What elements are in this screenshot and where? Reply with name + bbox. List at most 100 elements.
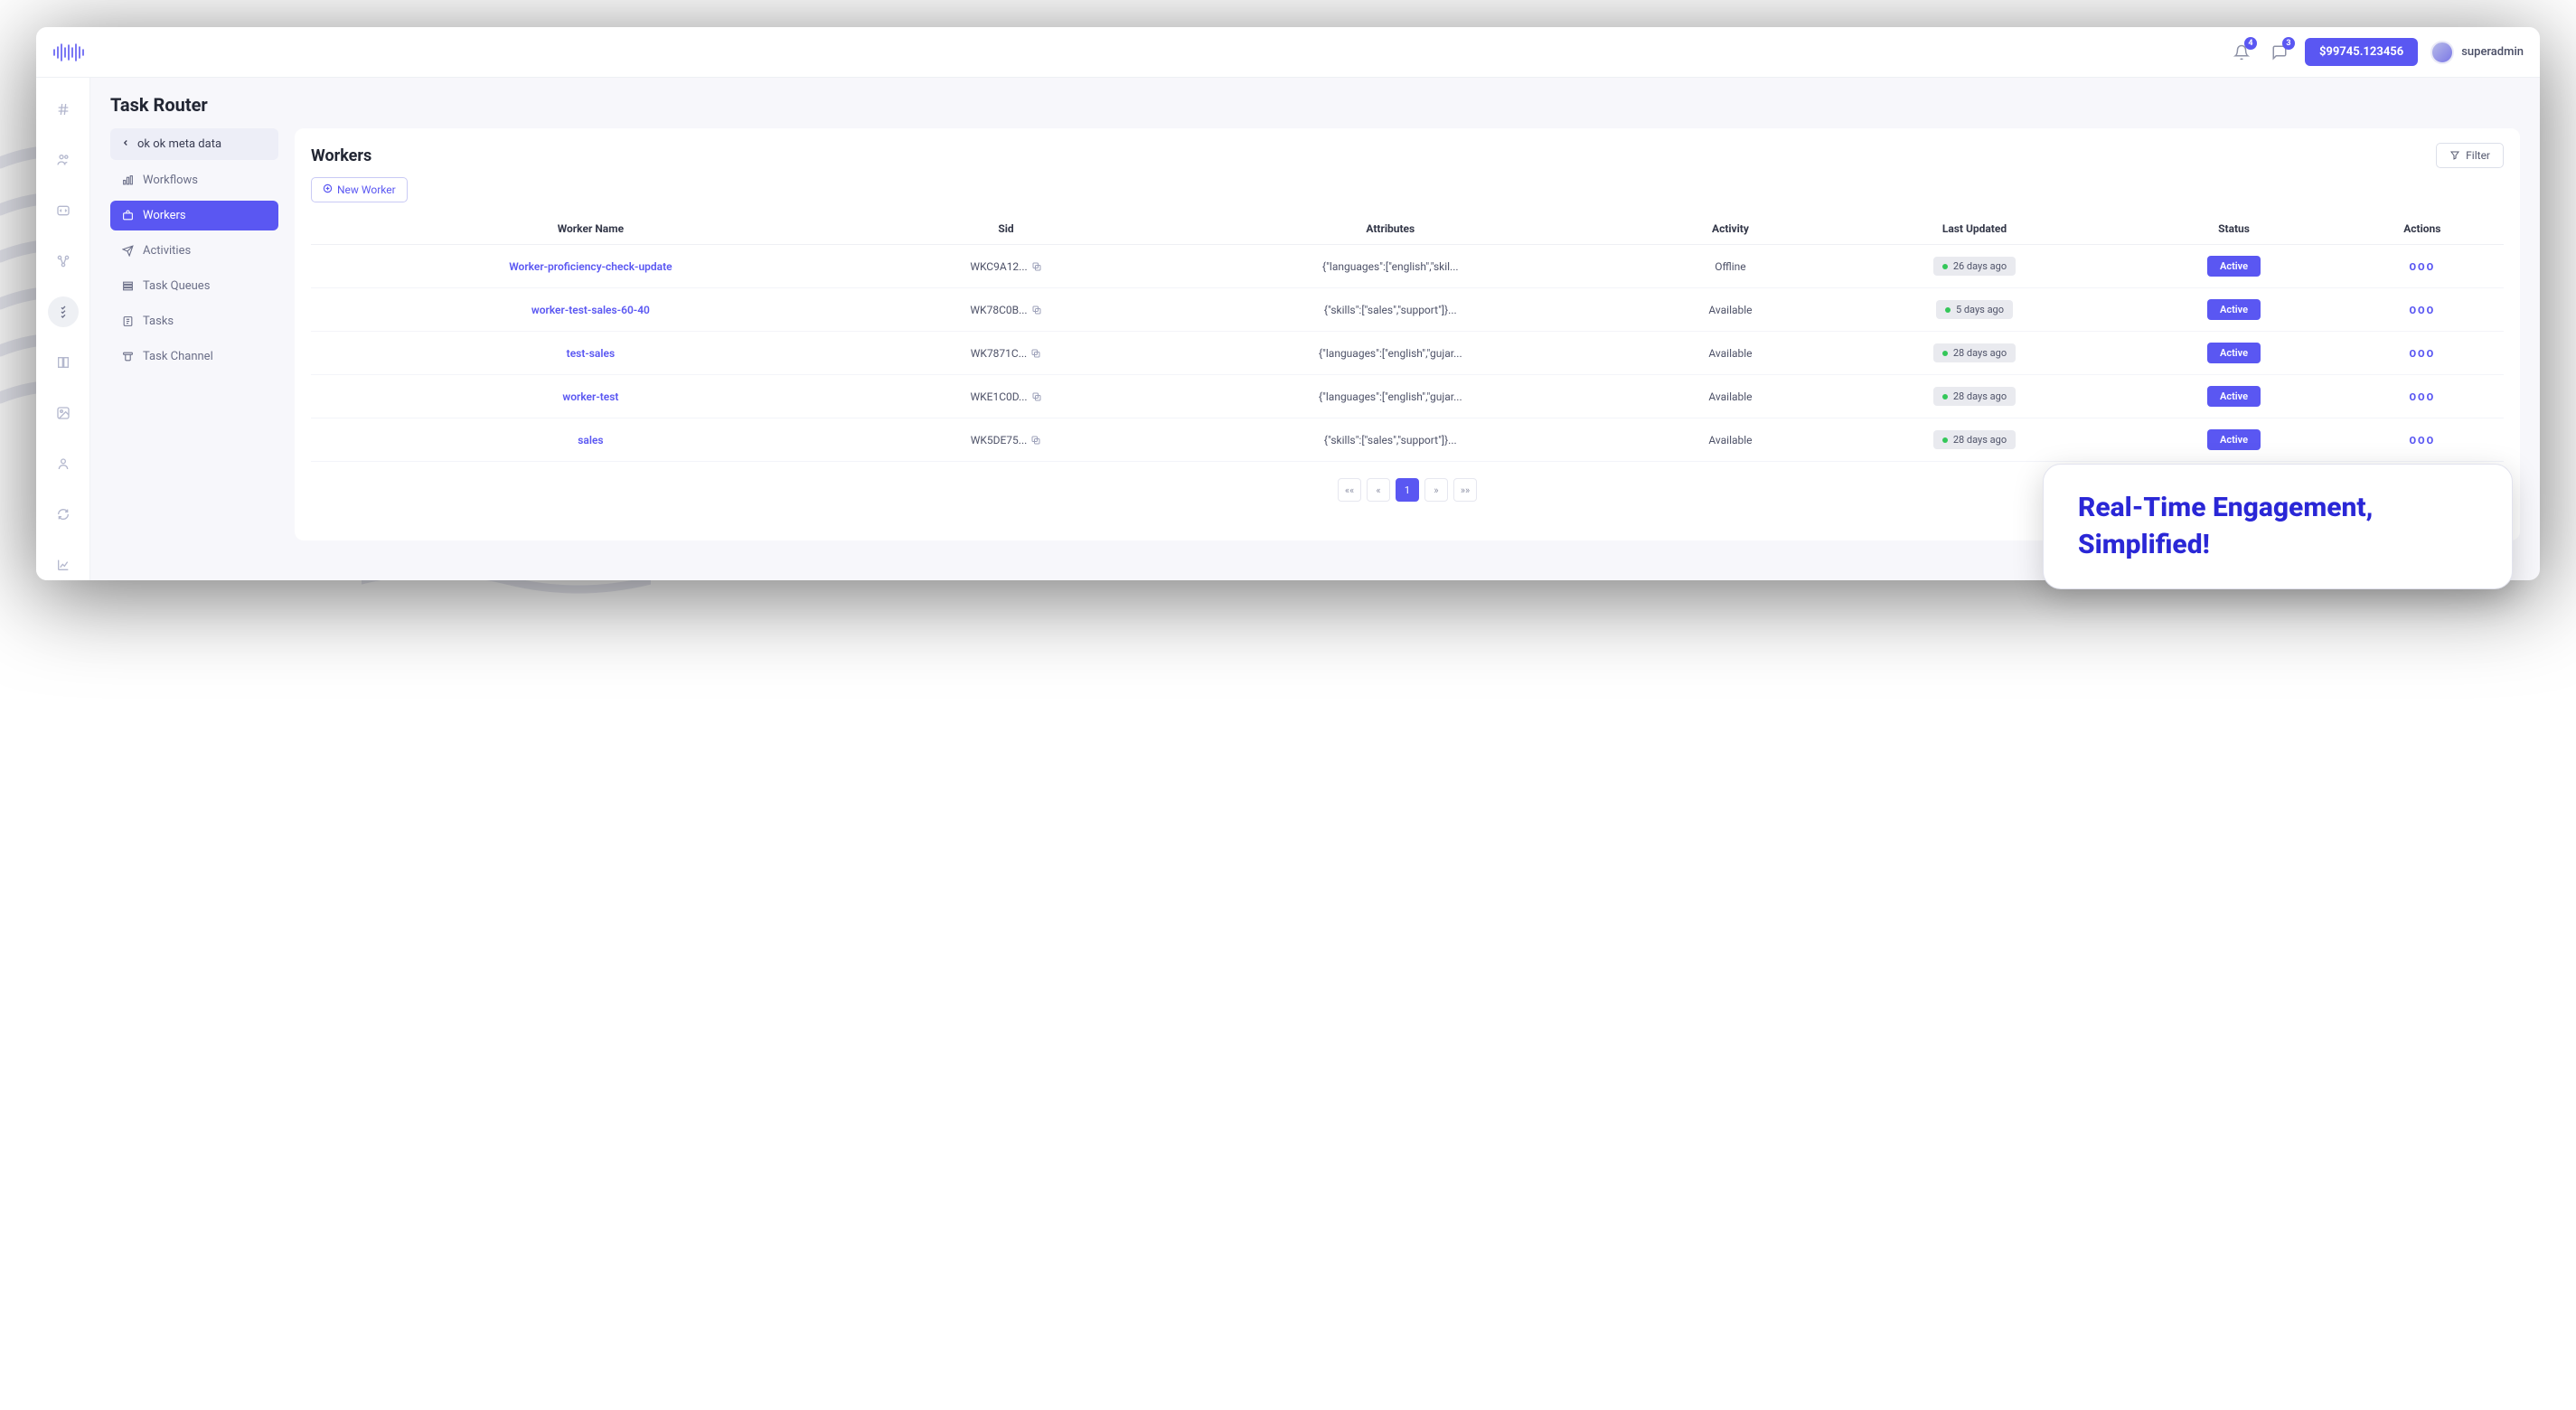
table-row: sales WK5DE75... {"skills":["sales","suppo… <box>311 418 2504 462</box>
status-pill[interactable]: Active <box>2207 343 2261 363</box>
worker-name-link[interactable]: worker-test <box>562 390 618 403</box>
activity-value: Available <box>1708 347 1752 360</box>
page-last[interactable]: »» <box>1453 478 1477 502</box>
worker-name-link[interactable]: Worker-proficiency-check-update <box>509 260 672 273</box>
copy-icon[interactable] <box>1031 391 1042 402</box>
rail-item-image[interactable] <box>48 398 79 428</box>
sid-value: WK7871C... <box>971 347 1041 360</box>
activities-icon <box>121 245 134 257</box>
rail-item-user[interactable] <box>48 448 79 479</box>
brand-logo[interactable] <box>52 43 85 61</box>
filter-button[interactable]: Filter <box>2436 143 2504 168</box>
activity-value: Available <box>1708 434 1752 446</box>
col-worker-name: Worker Name <box>311 213 870 245</box>
plus-icon <box>323 183 333 196</box>
copy-icon[interactable] <box>1031 305 1042 315</box>
last-updated-pill: 26 days ago <box>1933 257 2016 276</box>
notifications-count-badge: 4 <box>2244 37 2257 50</box>
panel-title: Workers <box>311 146 371 165</box>
rail-item-team[interactable] <box>48 145 79 175</box>
rail-item-hash[interactable] <box>48 94 79 125</box>
messages-button[interactable]: 3 <box>2267 40 2292 65</box>
notifications-button[interactable]: 4 <box>2229 40 2254 65</box>
rail-item-flow[interactable] <box>48 246 79 277</box>
callout-text: Real-Time Engagement, Simplified! <box>2078 490 2477 563</box>
topbar-right: 4 3 $99745.123456 superadmin <box>2229 38 2524 66</box>
last-updated-pill: 28 days ago <box>1933 430 2016 449</box>
status-pill[interactable]: Active <box>2207 429 2261 450</box>
sid-value: WK78C0B... <box>970 304 1041 316</box>
col-activity: Activity <box>1639 213 1821 245</box>
row-actions-button[interactable]: OOO <box>2409 305 2435 316</box>
topbar: 4 3 $99745.123456 superadmin <box>36 27 2540 78</box>
page-current[interactable]: 1 <box>1396 478 1419 502</box>
subnav-item-label: Task Channel <box>143 350 213 363</box>
col-status: Status <box>2127 213 2340 245</box>
channel-icon <box>121 351 134 362</box>
rail-item-code[interactable] <box>48 195 79 226</box>
new-worker-label: New Worker <box>337 183 396 196</box>
new-worker-button[interactable]: New Worker <box>311 177 408 202</box>
table-row: worker-testWKE1C0D...{"languages":["engl… <box>311 375 2504 418</box>
subnav-item-label: Tasks <box>143 315 174 328</box>
attributes-value: {"languages":["english","gujar... <box>1319 347 1462 360</box>
col-attributes: Attributes <box>1142 213 1639 245</box>
copy-icon[interactable] <box>1030 435 1041 446</box>
subnav-tasks[interactable]: Tasks <box>110 306 278 336</box>
status-pill[interactable]: Active <box>2207 386 2261 407</box>
sid-value: WKE1C0D... <box>970 390 1041 403</box>
attributes-value: {"skills":["sales","support"]}... <box>1324 434 1457 446</box>
status-pill[interactable]: Active <box>2207 256 2261 277</box>
worker-name-link[interactable]: test-sales <box>567 347 615 360</box>
attributes-value: {"languages":["english","skil... <box>1322 260 1459 273</box>
row-actions-button[interactable]: OOO <box>2409 435 2435 446</box>
balance-button[interactable]: $99745.123456 <box>2305 38 2418 66</box>
page-next[interactable]: » <box>1424 478 1448 502</box>
subnav-back[interactable]: ok ok meta data <box>110 128 278 160</box>
table-header-row: Worker Name Sid Attributes Activity Last… <box>311 213 2504 245</box>
table-row: test-sales WK7871C... {"languages":["engli… <box>311 332 2504 375</box>
avatar <box>2430 41 2454 64</box>
workers-table: Worker Name Sid Attributes Activity Last… <box>311 213 2504 462</box>
user-menu[interactable]: superadmin <box>2430 41 2524 64</box>
workflows-icon <box>121 174 134 186</box>
messages-count-badge: 3 <box>2282 37 2295 50</box>
filter-label: Filter <box>2466 149 2490 162</box>
chevron-left-icon <box>121 137 130 151</box>
status-dot-icon <box>1942 394 1948 400</box>
subnav-item-label: Activities <box>143 244 191 258</box>
subnav-activities[interactable]: Activities <box>110 236 278 266</box>
page-first[interactable]: «« <box>1338 478 1361 502</box>
queues-icon <box>121 280 134 292</box>
table-row: worker-test-sales-60-40WK78C0B...{"skill… <box>311 288 2504 332</box>
nav-rail <box>36 78 90 580</box>
subnav-workers[interactable]: Workers <box>110 201 278 230</box>
subnav: ok ok meta data Workflows Workers Activi… <box>110 128 278 540</box>
sid-value: WK5DE75... <box>971 434 1042 446</box>
subnav-workflows[interactable]: Workflows <box>110 165 278 195</box>
user-name-label: superadmin <box>2461 45 2524 59</box>
row-actions-button[interactable]: OOO <box>2409 391 2435 403</box>
copy-icon[interactable] <box>1031 261 1042 272</box>
activity-value: Offline <box>1715 260 1745 273</box>
subnav-task-channel[interactable]: Task Channel <box>110 342 278 371</box>
status-pill[interactable]: Active <box>2207 299 2261 320</box>
col-last-updated: Last Updated <box>1822 213 2128 245</box>
status-dot-icon <box>1942 264 1948 269</box>
rail-item-tasks[interactable] <box>48 296 79 327</box>
copy-icon[interactable] <box>1030 348 1041 359</box>
rail-item-analytics[interactable] <box>48 550 79 580</box>
status-dot-icon <box>1942 351 1948 356</box>
page-prev[interactable]: « <box>1367 478 1390 502</box>
row-actions-button[interactable]: OOO <box>2409 261 2435 273</box>
worker-name-link[interactable]: sales <box>578 434 603 446</box>
worker-name-link[interactable]: worker-test-sales-60-40 <box>531 304 650 316</box>
page-title: Task Router <box>110 94 2520 116</box>
rail-item-docs[interactable] <box>48 347 79 378</box>
row-actions-button[interactable]: OOO <box>2409 348 2435 360</box>
subnav-task-queues[interactable]: Task Queues <box>110 271 278 301</box>
subnav-item-label: Task Queues <box>143 279 210 293</box>
rail-item-refresh[interactable] <box>48 499 79 530</box>
subnav-item-label: Workflows <box>143 174 198 187</box>
last-updated-pill: 5 days ago <box>1936 300 2013 319</box>
